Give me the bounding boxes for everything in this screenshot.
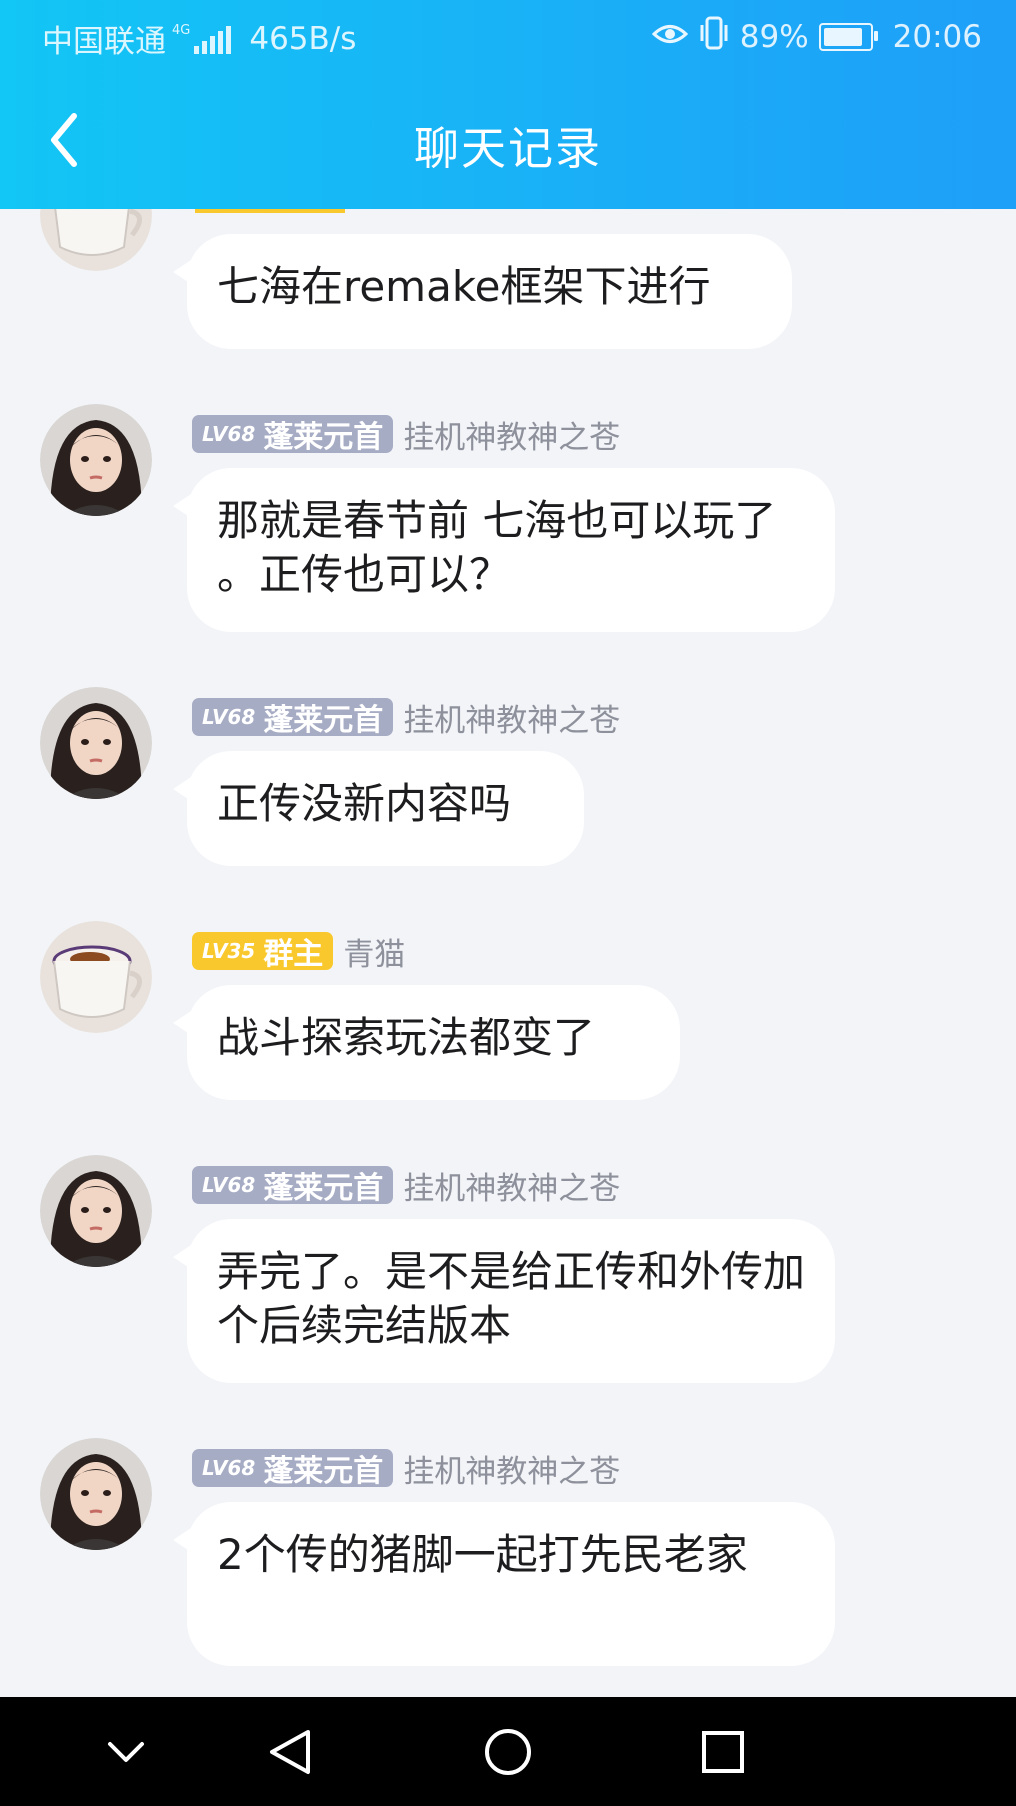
- battery-percent: 89%: [739, 19, 809, 55]
- message-bubble[interactable]: 2个传的猪脚一起打先民老家: [173, 1502, 835, 1666]
- collapse-nav-button[interactable]: [66, 1697, 186, 1806]
- nav-recents-button[interactable]: [663, 1697, 783, 1806]
- coffee-cup-avatar: [40, 209, 152, 271]
- message-bubble[interactable]: 正传没新内容吗: [173, 751, 584, 866]
- avatar[interactable]: [40, 1438, 152, 1550]
- battery-icon: [818, 23, 878, 51]
- message-meta: LV68 蓬莱元首 挂机神教神之苍: [192, 695, 620, 740]
- clock: 20:06: [892, 19, 982, 55]
- message-bubble[interactable]: 那就是春节前 七海也可以玩了 。正传也可以？: [173, 468, 835, 632]
- message-text: 那就是春节前 七海也可以玩了 。正传也可以？: [217, 496, 777, 599]
- message-text: 2个传的猪脚一起打先民老家: [217, 1530, 748, 1579]
- portrait-avatar: [40, 1155, 152, 1267]
- avatar[interactable]: [40, 1155, 152, 1267]
- top-header: 中国联通 4G 465B/s 89% 20:06 聊天记录: [0, 0, 1016, 209]
- nav-back-icon: [270, 1729, 310, 1774]
- message-text: 七海在remake框架下进行: [217, 262, 711, 311]
- avatar[interactable]: [40, 404, 152, 516]
- status-bar: 中国联通 4G 465B/s 89% 20:06: [0, 0, 1016, 72]
- carrier-name: 中国联通: [42, 24, 166, 60]
- chevron-down-icon: [108, 1741, 144, 1762]
- sender-name[interactable]: 青猫: [343, 929, 405, 974]
- rank-badge: LV68 蓬莱元首: [192, 1449, 394, 1489]
- coffee-cup-avatar: [40, 921, 152, 1033]
- rank-badge: LV68 蓬莱元首: [192, 1166, 394, 1206]
- signal-icon: 4G: [172, 22, 232, 54]
- sender-name[interactable]: 挂机神教神之苍: [403, 412, 620, 457]
- nav-home-icon: [485, 1728, 531, 1775]
- rank-badge: LV68 蓬莱元首: [192, 415, 394, 455]
- network-type: 4G: [172, 22, 191, 38]
- rank-badge: LV35 群主: [192, 932, 334, 972]
- message-bubble[interactable]: 弄完了。是不是给正传和外传加个后续完结版本: [173, 1219, 835, 1383]
- message-meta: LV68 蓬莱元首 挂机神教神之苍: [192, 1163, 620, 1208]
- portrait-avatar: [40, 404, 152, 516]
- vibrate-icon: [698, 16, 730, 58]
- title-bar: 聊天记录: [0, 72, 1016, 209]
- message-bubble[interactable]: 七海在remake框架下进行: [173, 234, 792, 349]
- badge-fragment: [195, 209, 345, 213]
- nav-recents-icon: [702, 1730, 744, 1773]
- rank-badge: LV68 蓬莱元首: [192, 698, 394, 738]
- nav-back-button[interactable]: [230, 1697, 350, 1806]
- message-meta: LV68 蓬莱元首 挂机神教神之苍: [192, 1446, 620, 1491]
- eye-icon: [651, 19, 688, 55]
- portrait-avatar: [40, 687, 152, 799]
- sender-name[interactable]: 挂机神教神之苍: [403, 1163, 620, 1208]
- message-text: 战斗探索玩法都变了: [217, 1013, 596, 1062]
- message-text: 弄完了。是不是给正传和外传加个后续完结版本: [217, 1247, 806, 1350]
- message-bubble[interactable]: 战斗探索玩法都变了: [173, 985, 680, 1100]
- page-title: 聊天记录: [413, 122, 602, 175]
- chat-history[interactable]: 七海在remake框架下进行 LV68 蓬莱元首 挂机神教神之苍 那就是春节前 七…: [0, 209, 1016, 1697]
- message-text: 正传没新内容吗: [217, 779, 512, 828]
- system-nav-bar: [0, 1697, 1016, 1806]
- nav-home-button[interactable]: [448, 1697, 568, 1806]
- message-meta: LV35 群主 青猫: [192, 929, 405, 974]
- avatar[interactable]: [40, 921, 152, 1033]
- network-speed: 465B/s: [249, 20, 357, 57]
- portrait-avatar: [40, 1438, 152, 1550]
- sender-name[interactable]: 挂机神教神之苍: [403, 1446, 620, 1491]
- sender-name[interactable]: 挂机神教神之苍: [403, 695, 620, 740]
- message-meta: LV68 蓬莱元首 挂机神教神之苍: [192, 412, 620, 457]
- avatar[interactable]: [40, 687, 152, 799]
- avatar[interactable]: [40, 209, 152, 271]
